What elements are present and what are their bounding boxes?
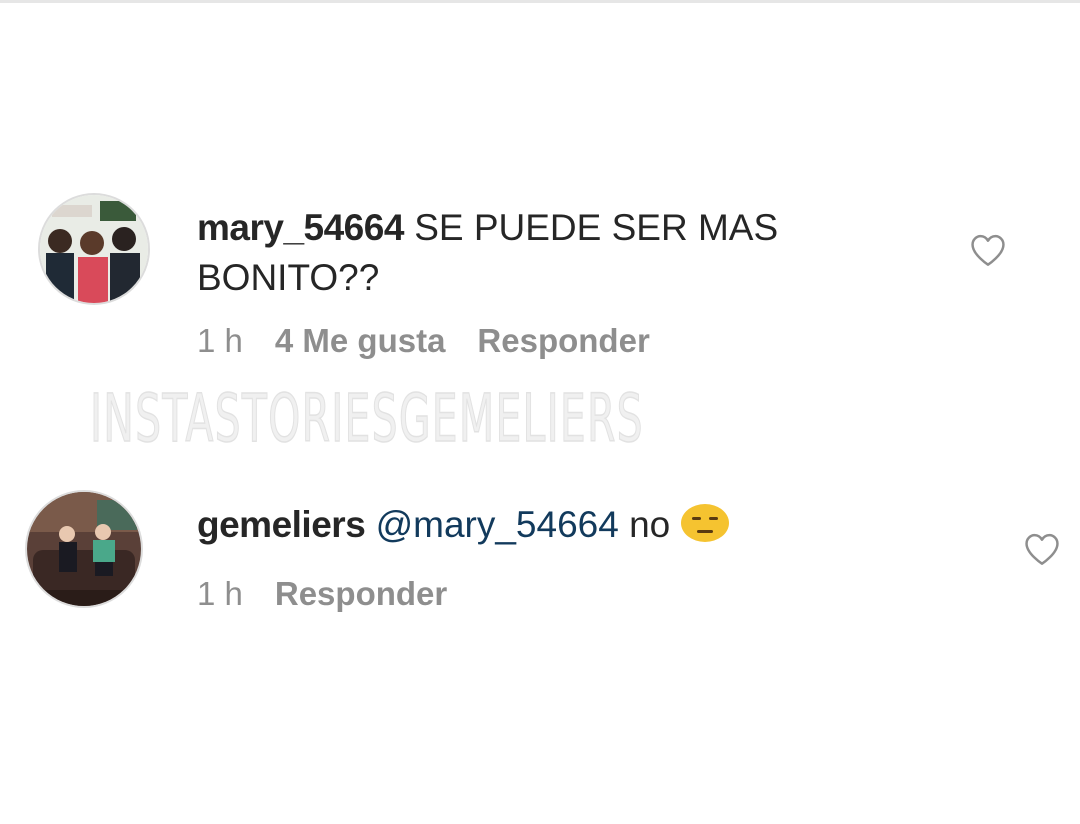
avatar-photo-icon xyxy=(27,492,141,606)
watermark-text: INSTASTORIESGEMELIERS xyxy=(90,379,644,458)
heart-icon[interactable] xyxy=(969,233,1007,267)
top-divider xyxy=(0,0,1080,3)
expressionless-face-icon xyxy=(680,503,730,543)
comment-username[interactable]: gemeliers xyxy=(197,504,366,545)
comment-time: 1 h xyxy=(197,322,243,359)
comment-meta: 1 h Responder xyxy=(197,575,447,613)
reply-button[interactable]: Responder xyxy=(275,575,447,613)
comment-time: 1 h xyxy=(197,575,243,612)
user-avatar[interactable] xyxy=(40,195,148,303)
heart-icon[interactable] xyxy=(1023,532,1061,566)
reply-button[interactable]: Responder xyxy=(477,322,649,360)
avatar-photo-icon xyxy=(40,195,148,303)
comment-username[interactable]: mary_54664 xyxy=(197,207,404,248)
comment-text: no xyxy=(629,504,671,545)
comment-content: gemeliers @mary_54664 no xyxy=(197,500,957,550)
user-avatar[interactable] xyxy=(27,492,141,606)
comment-meta: 1 h 4 Me gusta Responder xyxy=(197,322,650,360)
likes-count-link[interactable]: 4 Me gusta xyxy=(275,322,446,360)
mention-link[interactable]: @mary_54664 xyxy=(376,504,619,545)
comment-content: mary_54664 SE PUEDE SER MAS BONITO?? xyxy=(197,203,857,303)
